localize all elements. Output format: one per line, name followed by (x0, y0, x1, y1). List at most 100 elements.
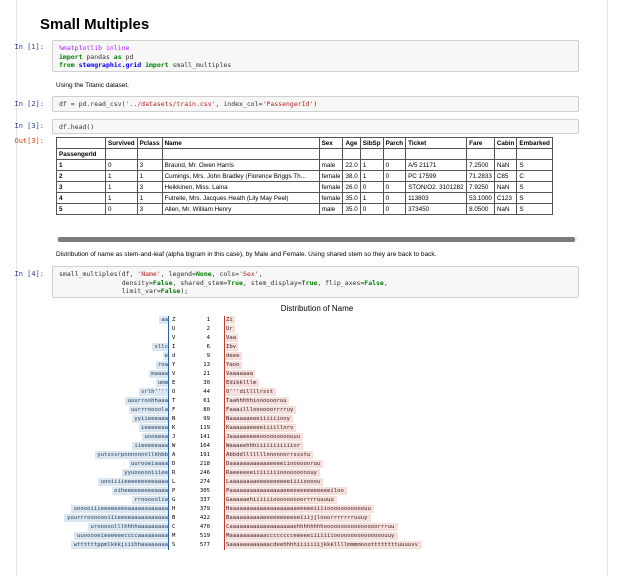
stem-label: I (172, 344, 176, 350)
row-index: 1 (56, 159, 106, 171)
column-header: Survived (105, 137, 138, 149)
stem-label: M (172, 533, 176, 539)
code-text: pd (121, 52, 134, 61)
stem-label: T (172, 398, 176, 404)
cumulative-count: 1 (206, 317, 210, 323)
code-text: , cols= (211, 270, 240, 278)
table-cell: 1 (359, 159, 384, 171)
column-header: Name (161, 137, 320, 149)
cumulative-count: 80 (203, 407, 210, 413)
left-leaves: uuooooeieeeeeeccccaaaaaaaaa (74, 532, 168, 540)
string-literal: '../datasets/train.csv' (125, 100, 216, 108)
right-leaves: Jaaaaeeeeeooooooooouuu (226, 433, 303, 441)
column-header: Age (342, 137, 361, 149)
left-axis-line (168, 316, 169, 550)
stem-label: J (172, 434, 176, 440)
stem-label: S (172, 542, 176, 548)
row-index: 5 (56, 203, 106, 215)
right-axis-line (224, 316, 225, 550)
stem-label: U (172, 326, 176, 332)
table-cell: 38.0 (342, 170, 361, 182)
code-text: density= (59, 278, 153, 287)
scrollbar-thumb[interactable] (58, 237, 575, 242)
left-leaves: yuurrrooooooiiieeeeaaaaaaaaaaa (64, 514, 168, 522)
keyword: False (160, 287, 181, 295)
code-cell-2[interactable]: df = pd.read_csv('../datasets/train.csv'… (52, 96, 579, 112)
stem-label: Z (172, 317, 176, 323)
code-text: , legend= (160, 270, 196, 278)
cumulative-count: 379 (199, 506, 210, 512)
left-leaves: ieeeeeaa (138, 424, 168, 432)
left-leaves: uurrroooola (128, 406, 168, 414)
cumulative-count: 61 (203, 398, 210, 404)
cumulative-count: 2 (206, 326, 210, 332)
table-cell: 3 (136, 159, 163, 171)
code-text: ) (313, 100, 318, 108)
stem-label: F (172, 407, 176, 413)
stem-label: B (172, 515, 176, 521)
cumulative-count: 422 (199, 515, 210, 521)
table-cell: 53.1000 (466, 192, 495, 204)
code-text: , (383, 278, 388, 287)
column-header: Parch (382, 137, 407, 149)
cell-3-out-prompt: Out[3]: (14, 137, 44, 145)
table-cell: 1 (136, 192, 163, 204)
left-leaves: yyiieeeaaa (132, 415, 168, 423)
column-header: Fare (466, 137, 495, 149)
column-header: Embarked (516, 137, 553, 149)
left-leaves: uuurroohhaaa (125, 397, 168, 405)
cumulative-count: 577 (199, 542, 210, 548)
table-row: 1 0 3 Braund, Mr. Owen Harris male 22.0 1 0 A/5 … (56, 159, 553, 171)
stem-label: P (172, 488, 176, 494)
keyword: True (227, 278, 243, 287)
left-leaves: umm (155, 379, 168, 387)
table-cell: S (516, 159, 553, 171)
keyword: False (152, 278, 173, 287)
table-row: 3 1 3 Heikkinen, Miss. Laina female 26.0 0 0 STO… (56, 181, 553, 193)
column-header: Sex (318, 137, 344, 149)
right-leaves: Baaaaaaaaaaeeeeeeeeeeeiiijjlooorrrrrrruu… (226, 514, 371, 522)
table-cell: 1 (105, 170, 138, 182)
table-cell: 373450 (405, 203, 468, 215)
stem-label: V (172, 371, 176, 377)
table-cell: 35.0 (342, 203, 361, 215)
code-cell-3[interactable]: df.head() (52, 119, 579, 134)
string-literal: 'PassengerId' (262, 100, 314, 108)
table-row: 4 1 1 Futrelle, Mrs. Jacques Heath (Lily Ma… (56, 192, 553, 204)
table-cell: 7.2500 (466, 159, 495, 171)
left-leaves: srlh'''' (138, 388, 168, 396)
code-text: pandas (82, 52, 114, 61)
keyword: False (364, 278, 384, 287)
left-leaves: roa (155, 361, 168, 369)
table-cell: 0 (382, 203, 407, 215)
table-cell: S (516, 192, 553, 204)
table-cell: male (318, 203, 344, 215)
table-cell: 0 (382, 192, 407, 204)
right-leaves: Yaoo (226, 361, 242, 369)
cell-1-prompt: In [1]: (14, 43, 44, 51)
horizontal-scrollbar[interactable] (56, 237, 577, 242)
cumulative-count: 13 (203, 362, 210, 368)
code-cell-4[interactable]: small_multiples(df, 'Name', legend=None,… (52, 266, 579, 298)
right-leaves: Laaaaaaaaeeeeeeeeeeiiiioooou (226, 478, 324, 486)
right-leaves: Abbddlllllllnnnnnnrrssstu (226, 451, 313, 459)
code-cell-1[interactable]: %matplotlib inline import pandas as pd f… (52, 40, 579, 72)
row-index: 3 (56, 181, 106, 193)
table-cell: C (516, 170, 553, 182)
right-leaves: Faaaillloooooorrrruy (226, 406, 296, 414)
stem-label: H (172, 506, 176, 512)
code-text: df.head() (59, 123, 95, 131)
table-cell: 35.0 (342, 192, 361, 204)
table-cell: 1 (105, 192, 138, 204)
right-leaves: Waaaeehhhiiiiiiiiiiior (226, 442, 303, 450)
table-cell: 113803 (405, 192, 468, 204)
column-header (56, 137, 106, 149)
column-header: Pclass (136, 137, 163, 149)
stem-label: C (172, 524, 176, 530)
right-leaves: Edikklllm (226, 379, 259, 387)
index-name: PassengerId (56, 148, 106, 160)
left-leaves: e (162, 352, 168, 360)
code-text: , stem_display= (242, 278, 302, 287)
table-cell: 0 (382, 159, 407, 171)
right-leaves: Gaaaaaehiiiiiiooooooooorrrruuuuu (226, 496, 337, 504)
